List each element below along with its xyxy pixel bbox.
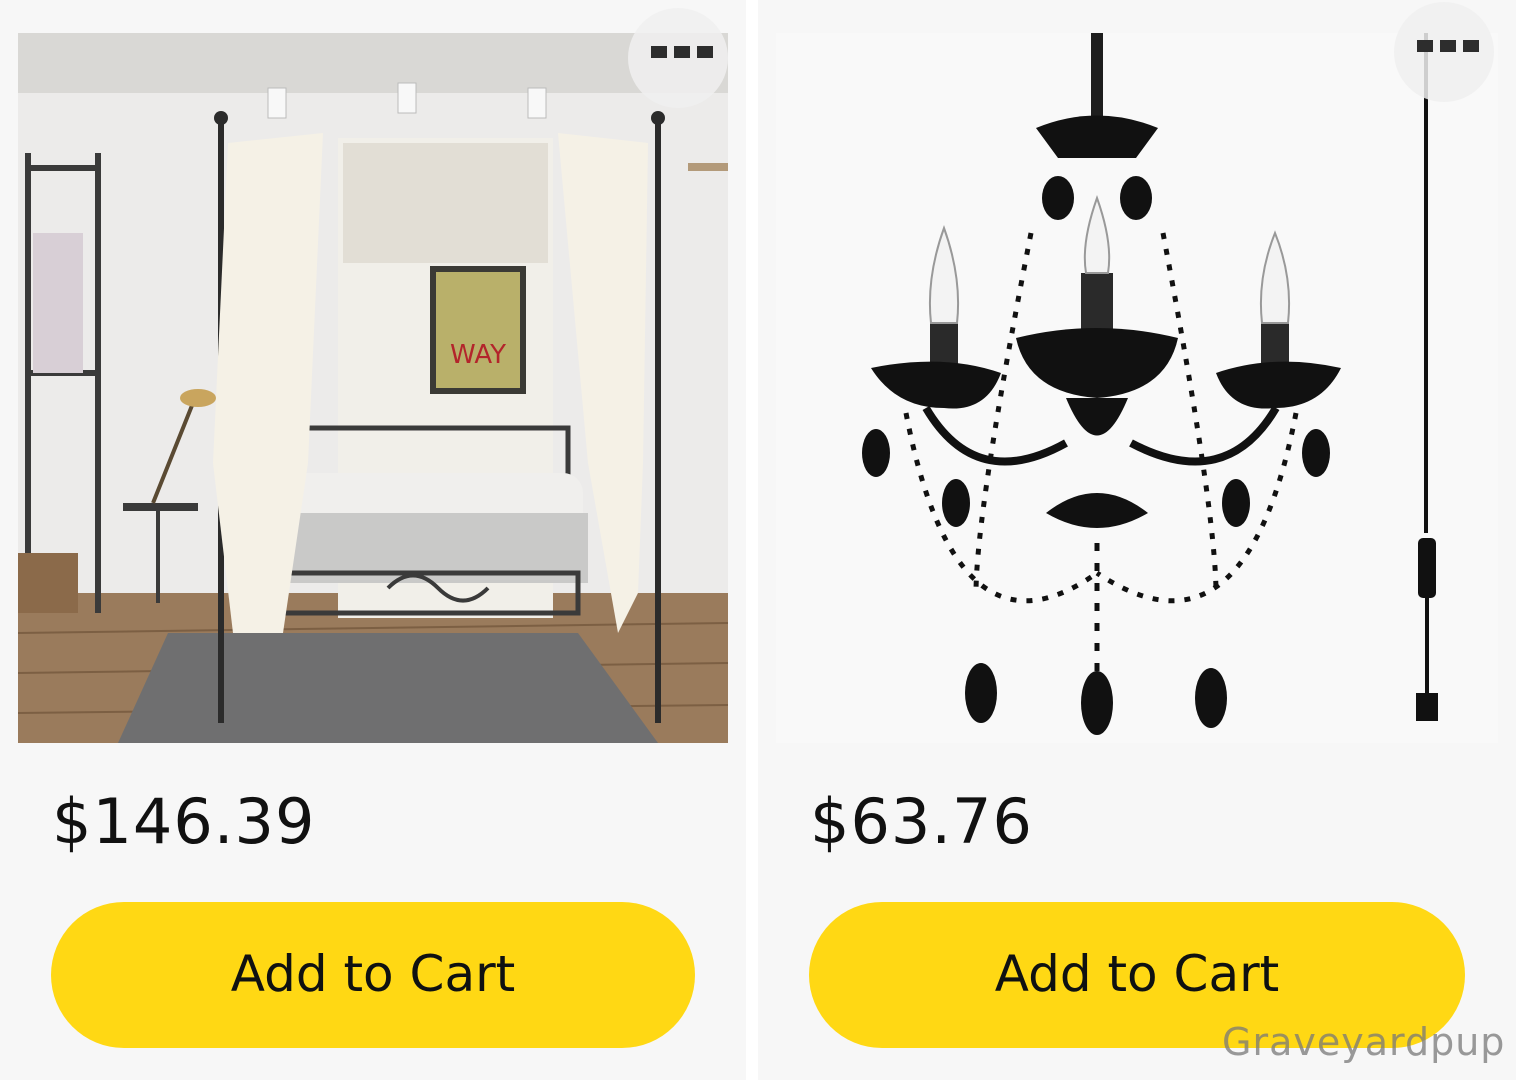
product-image[interactable]: WAY: [18, 33, 728, 743]
canopy-bed-image: WAY: [18, 33, 728, 743]
product-card-chandelier[interactable]: $63.76 Add to Cart: [758, 0, 1516, 1080]
chandelier-image: [862, 33, 1438, 735]
product-grid: WAY $146.39 Add to Cart $63.76 Add to Ca…: [0, 0, 1516, 1080]
product-card-bed[interactable]: WAY $146.39 Add to Cart: [0, 0, 746, 1080]
more-options-icon: [651, 46, 713, 58]
product-image[interactable]: [776, 33, 1498, 743]
product-price: $146.39: [52, 785, 316, 858]
poster-text: WAY: [450, 340, 506, 370]
product-price: $63.76: [810, 785, 1033, 858]
watermark-text: Graveyardpup: [1222, 1020, 1506, 1064]
add-to-cart-button[interactable]: Add to Cart: [51, 902, 695, 1048]
more-options-button[interactable]: [1394, 2, 1494, 102]
more-options-icon: [1417, 40, 1479, 52]
more-options-button[interactable]: [628, 8, 728, 108]
